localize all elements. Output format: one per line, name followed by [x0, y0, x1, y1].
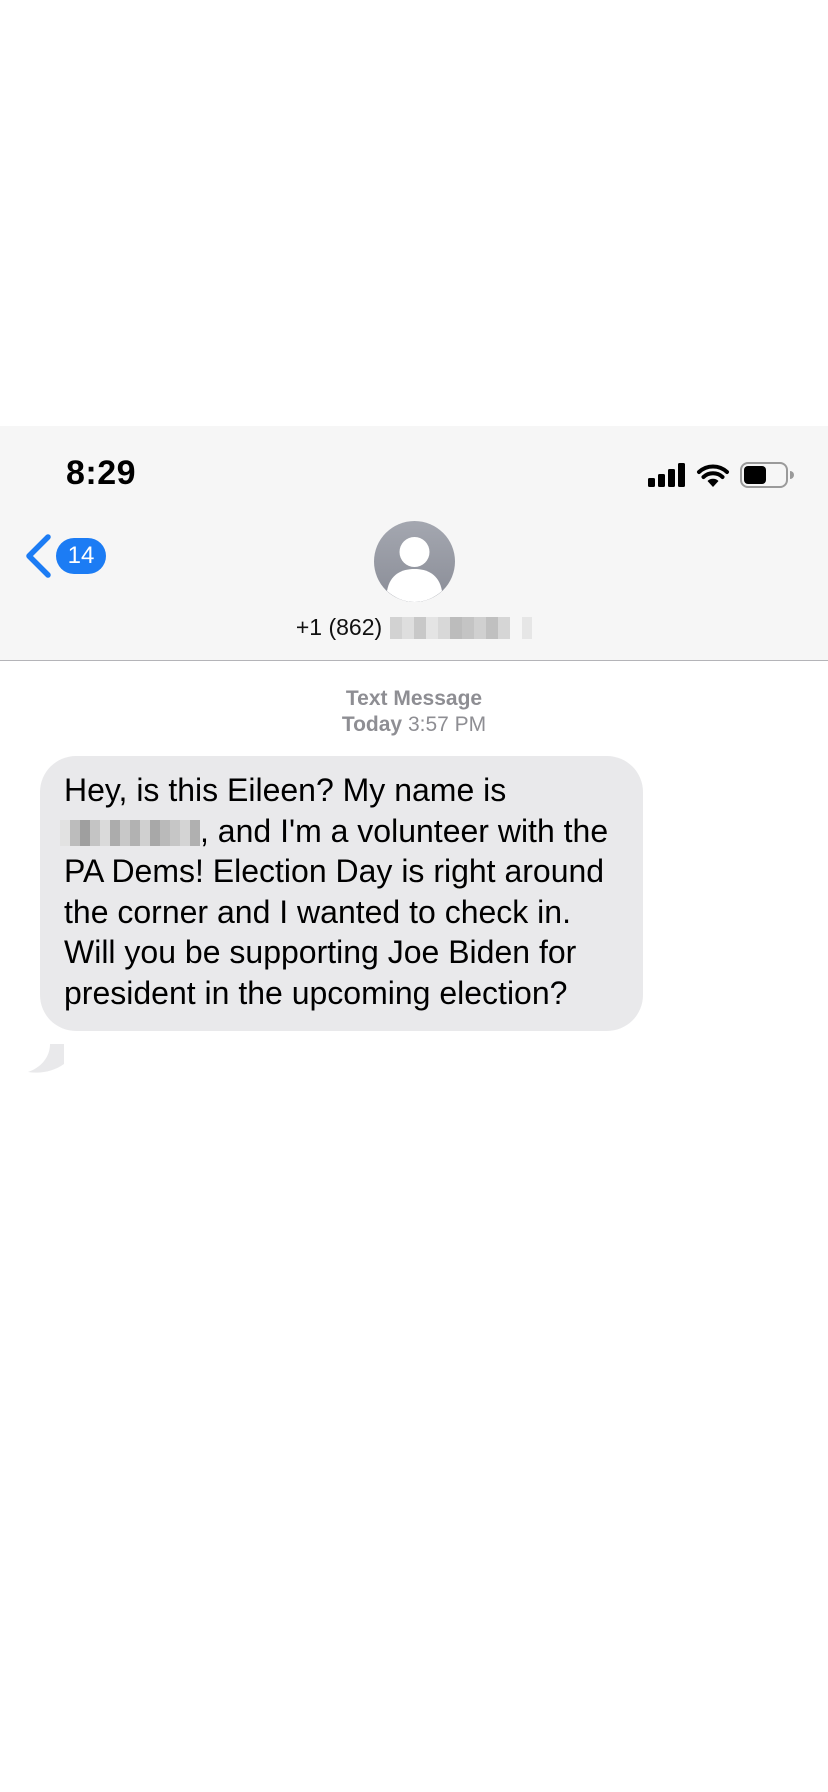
bubble-tail: [28, 1044, 64, 1073]
incoming-message-bubble[interactable]: Hey, is this Eileen? My name is, and I'm…: [40, 756, 643, 1031]
message-meta: Text Message Today 3:57 PM: [0, 686, 828, 738]
messages-screen: 8:29 14 +1 (862) Text Message Today 3:57…: [0, 0, 828, 1792]
service-label: Text Message: [345, 687, 483, 710]
blank-area: [0, 0, 828, 426]
wifi-icon: [697, 464, 729, 487]
battery-icon: [740, 462, 794, 488]
cellular-signal-icon: [648, 463, 685, 487]
timestamp-time: 3:57 PM: [407, 713, 487, 736]
timestamp-day: Today: [341, 713, 403, 736]
timestamp: Today 3:57 PM: [0, 712, 828, 738]
redacted-phone-digits: [390, 616, 533, 639]
status-time: 8:29: [66, 454, 137, 492]
redacted-name: [60, 819, 200, 846]
contact-name[interactable]: +1 (862): [0, 614, 828, 641]
person-silhouette-icon: [387, 537, 442, 602]
message-text-start: Hey, is this Eileen? My name is: [64, 772, 507, 808]
chevron-left-icon: [26, 534, 51, 578]
contact-avatar[interactable]: [374, 521, 455, 602]
status-icons: [648, 462, 794, 488]
back-button[interactable]: 14: [24, 534, 106, 578]
contact-phone: +1 (862): [295, 614, 383, 640]
conversation-header: 8:29 14 +1 (862): [0, 426, 828, 661]
unread-count-badge: 14: [56, 538, 106, 574]
